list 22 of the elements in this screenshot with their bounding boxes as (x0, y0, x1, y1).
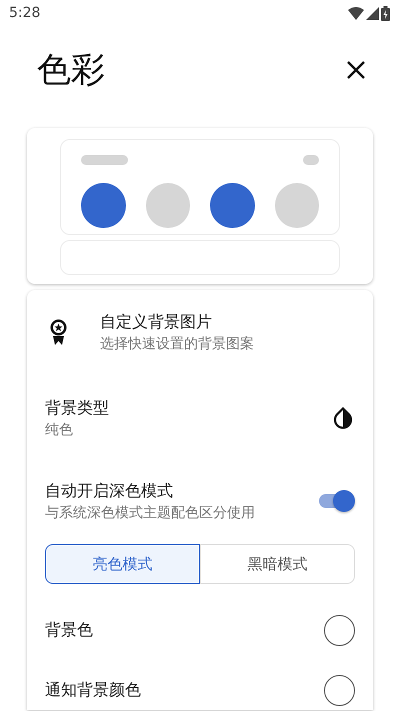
color-swatch[interactable] (324, 614, 355, 646)
setting-title: 背景色 (45, 620, 93, 640)
signal-icon (366, 6, 379, 20)
setting-title: 背景类型 (45, 398, 109, 418)
setting-title: 自定义背景图片 (100, 312, 213, 332)
setting-title: 自动开启深色模式 (45, 480, 174, 502)
setting-title: 通知背景颜色 (45, 680, 141, 700)
placeholder-bar (303, 155, 319, 165)
contrast-icon[interactable] (333, 407, 353, 429)
battery-icon (381, 6, 390, 20)
badge-icon (50, 319, 67, 345)
page-title: 色彩 (37, 49, 105, 92)
toggle-switch[interactable] (319, 490, 355, 512)
mode-tab[interactable]: 黑暗模式 (200, 544, 355, 584)
setting-subtitle: 与系统深色模式主题配色区分使用 (45, 504, 255, 522)
placeholder-bar (81, 155, 128, 165)
status-time: 5:28 (9, 5, 40, 21)
color-swatch[interactable] (324, 674, 355, 706)
wifi-icon (348, 6, 364, 20)
setting-subtitle: 选择快速设置的背景图案 (100, 334, 254, 352)
setting-value: 纯色 (45, 420, 74, 438)
mode-tab[interactable]: 亮色模式 (45, 544, 200, 584)
